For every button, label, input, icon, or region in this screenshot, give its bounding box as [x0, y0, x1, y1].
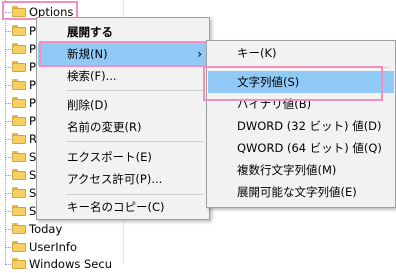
- tree-item-windows-security[interactable]: Windows Secu: [0, 255, 124, 273]
- tree-connector: [5, 229, 11, 230]
- menu-item-expand[interactable]: 展開する: [38, 21, 208, 43]
- submenu-item-multi-string-value[interactable]: 複数行文字列値(M): [208, 159, 394, 181]
- submenu-item-dword-value[interactable]: DWORD (32 ビット) 値(D): [208, 115, 394, 137]
- tree-connector: [5, 85, 11, 86]
- menu-item-label: DWORD (32 ビット) 値(D): [237, 119, 382, 133]
- tree-item-label: Windows Secu: [29, 257, 112, 271]
- menu-item-label: QWORD (64 ビット) 値(Q): [237, 141, 382, 155]
- menu-item-label: キー(K): [237, 46, 277, 60]
- tree-connector: [5, 157, 11, 158]
- folder-icon: [12, 43, 26, 54]
- folder-icon: [12, 223, 26, 234]
- tree-item-label: P: [29, 24, 36, 38]
- menu-item-rename[interactable]: 名前の変更(R): [38, 116, 208, 138]
- tree-item-label: Today: [29, 222, 63, 236]
- submenu-item-qword-value[interactable]: QWORD (64 ビット) 値(Q): [208, 137, 394, 159]
- folder-icon: [12, 241, 26, 252]
- tree-connector: [5, 193, 11, 194]
- folder-icon: [12, 205, 26, 216]
- tree-connector: [5, 247, 11, 248]
- folder-icon: [12, 79, 26, 90]
- tree-connector: [5, 139, 11, 140]
- menu-item-label: 削除(D): [67, 98, 108, 112]
- menu-separator: [66, 141, 203, 142]
- menu-item-label: 展開する: [67, 25, 113, 39]
- menu-separator: [66, 194, 203, 195]
- tree-item-label: P: [29, 60, 36, 74]
- string-value-annotation-box: [203, 66, 383, 101]
- folder-icon: [12, 25, 26, 36]
- menu-item-label: エクスポート(E): [67, 150, 152, 164]
- menu-item-label: 複数行文字列値(M): [237, 163, 337, 177]
- menu-item-label: キー名のコピー(C): [67, 200, 165, 214]
- tree-connector: [5, 264, 11, 265]
- tree-connector: [5, 121, 11, 122]
- tree-connector: [5, 175, 11, 176]
- menu-item-label: 検索(F)...: [67, 69, 117, 83]
- tree-connector: [5, 103, 11, 104]
- folder-icon: [12, 115, 26, 126]
- folder-icon: [12, 61, 26, 72]
- menu-item-permissions[interactable]: アクセス許可(P)...: [38, 168, 208, 190]
- folder-icon: [12, 97, 26, 108]
- folder-icon: [12, 187, 26, 198]
- new-annotation-box: [39, 41, 210, 67]
- tree-item-label: P: [29, 96, 36, 110]
- folder-icon: [12, 169, 26, 180]
- tree-item-label: P: [29, 42, 36, 56]
- folder-icon: [12, 151, 26, 162]
- tree-connector: [5, 211, 11, 212]
- menu-item-label: 展開可能な文字列値(E): [237, 185, 357, 199]
- tree-item-userinfo[interactable]: UserInfo: [0, 238, 124, 256]
- tree-item-label: P: [29, 114, 36, 128]
- menu-item-label: アクセス許可(P)...: [67, 172, 163, 186]
- submenu-item-key[interactable]: キー(K): [208, 42, 394, 64]
- tree-item-label: UserInfo: [29, 240, 77, 254]
- tree-item-today[interactable]: Today: [0, 220, 124, 238]
- submenu-item-expandable-string-value[interactable]: 展開可能な文字列値(E): [208, 181, 394, 203]
- menu-item-find[interactable]: 検索(F)...: [38, 65, 208, 87]
- menu-separator: [66, 90, 203, 91]
- tree-item-label: P: [29, 78, 36, 92]
- menu-item-delete[interactable]: 削除(D): [38, 94, 208, 116]
- folder-icon: [12, 133, 26, 144]
- tree-connector: [5, 49, 11, 50]
- tree-connector: [5, 67, 11, 68]
- menu-item-export[interactable]: エクスポート(E): [38, 146, 208, 168]
- menu-item-label: 名前の変更(R): [67, 120, 142, 134]
- tree-connector: [5, 31, 11, 32]
- menu-item-copy-key-name[interactable]: キー名のコピー(C): [38, 196, 208, 218]
